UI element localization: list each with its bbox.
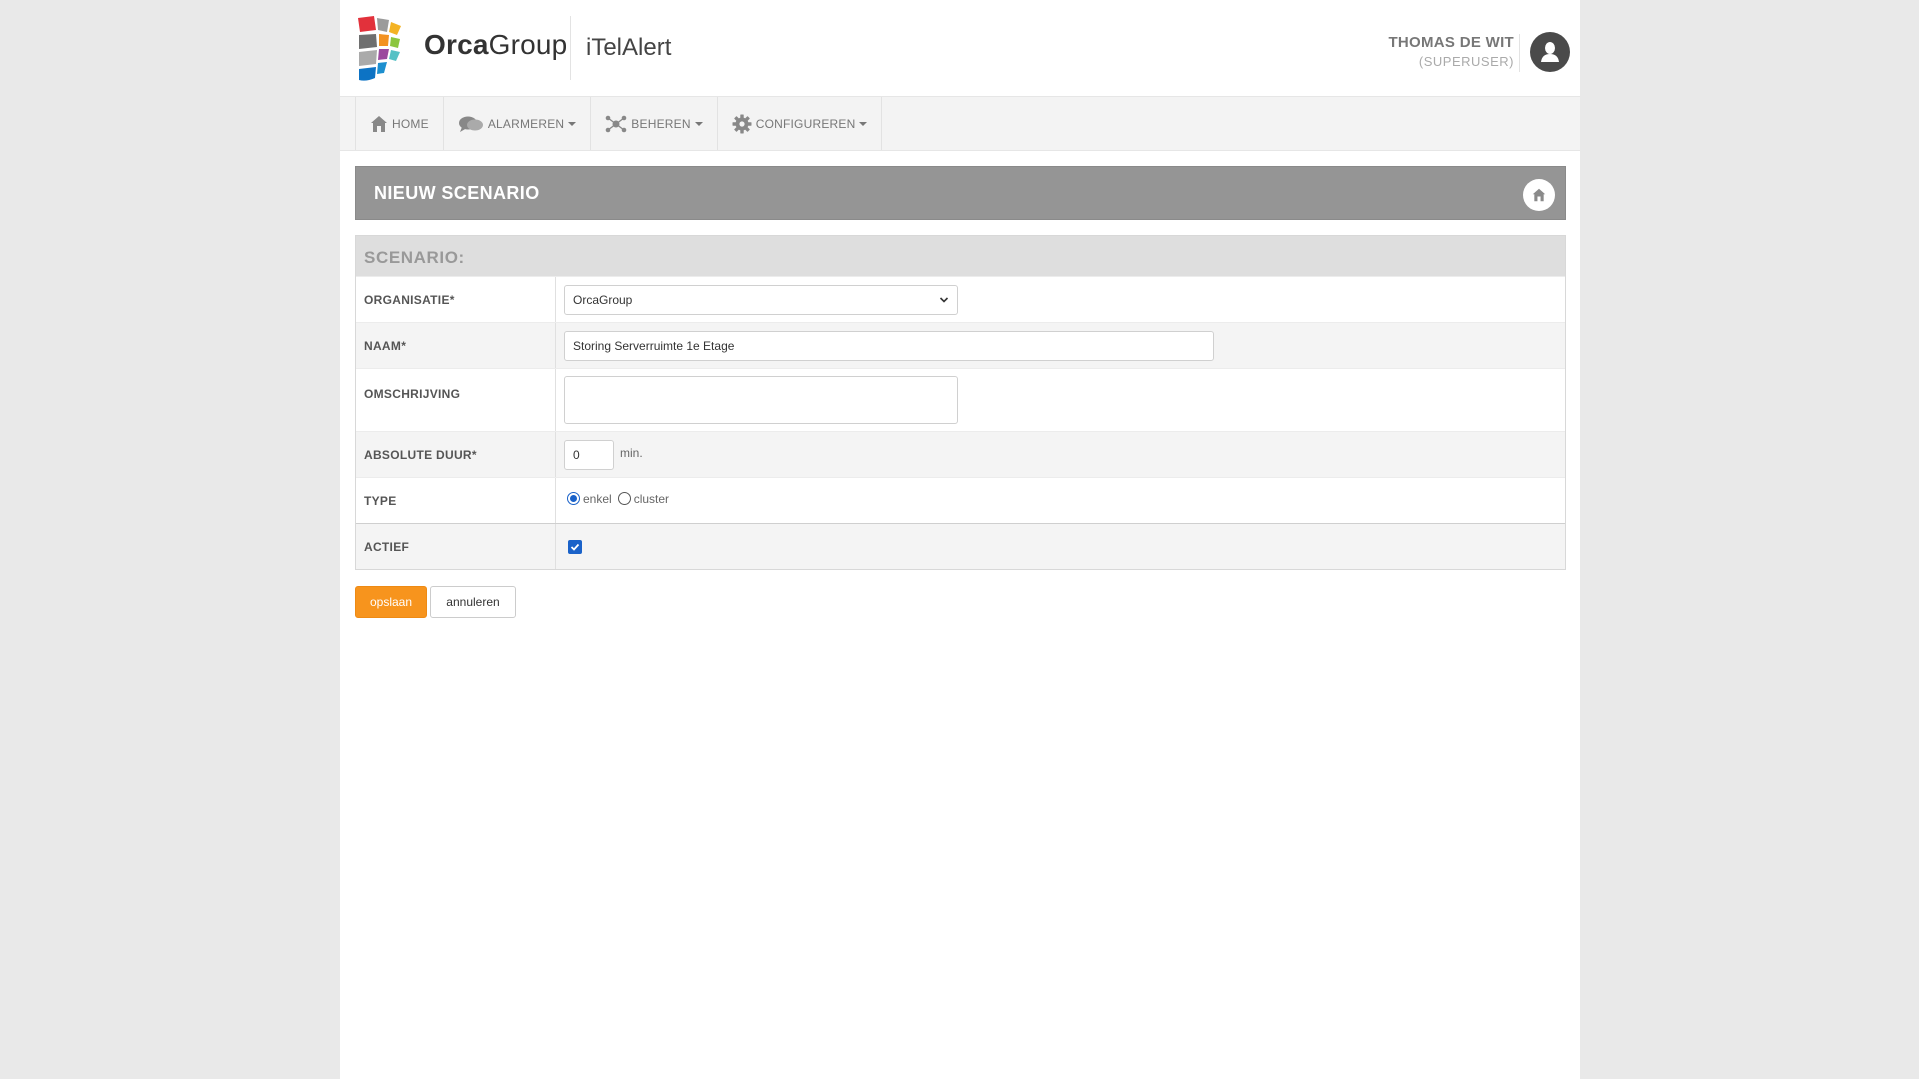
nav-item-beheren[interactable]: BEHEREN [591, 97, 718, 150]
checkmark-icon [570, 543, 580, 551]
omschrijving-textarea[interactable] [564, 376, 958, 424]
duur-unit: min. [620, 445, 643, 460]
header: OrcaGroup iTelAlert THOMAS DE WIT (SUPER… [340, 0, 1580, 96]
orcagroup-logo-icon [358, 16, 401, 81]
scenario-form: SCENARIO: ORGANISATIE* OrcaGroup NAAM* S… [355, 235, 1566, 570]
type-option-label: cluster [633, 491, 670, 506]
user-info[interactable]: THOMAS DE WIT (SUPERUSER) [1388, 34, 1514, 69]
user-name: THOMAS DE WIT [1388, 34, 1514, 51]
nav-item-alarmeren[interactable]: ALARMEREN [444, 97, 592, 150]
user-divider [1519, 34, 1520, 72]
row-actief: ACTIEF [356, 523, 1565, 569]
main-nav: HOME ALARMEREN BEHEREN CONFIGUREREN [340, 96, 1580, 151]
actief-label: ACTIEF [356, 524, 556, 569]
duur-input[interactable]: 0 [564, 439, 614, 470]
omschrijving-label: OMSCHRIJVING [356, 369, 556, 431]
brand-name: OrcaGroup [424, 29, 568, 60]
nav-item-home[interactable]: HOME [356, 97, 444, 150]
user-role: (SUPERUSER) [1418, 54, 1514, 69]
duur-label: ABSOLUTE DUUR* [356, 432, 556, 477]
nav-label: CONFIGUREREN [755, 116, 856, 131]
organisatie-label: ORGANISATIE* [356, 277, 556, 322]
avatar[interactable] [1530, 32, 1570, 72]
type-radio-cluster[interactable] [617, 492, 631, 505]
nav-label: ALARMEREN [487, 116, 565, 131]
row-organisatie: ORGANISATIE* OrcaGroup [356, 276, 1565, 322]
nav-label: HOME [392, 116, 429, 131]
user-icon [1541, 42, 1559, 62]
row-naam: NAAM* Storing Serverruimte 1e Etage [356, 322, 1565, 368]
organisatie-select[interactable]: OrcaGroup [564, 284, 958, 315]
gear-icon [732, 114, 752, 133]
chevron-down-icon [568, 121, 577, 126]
section-title: SCENARIO: [356, 236, 1565, 276]
row-absolute-duur: ABSOLUTE DUUR* 0 min. [356, 431, 1565, 477]
cancel-button[interactable]: annuleren [430, 586, 516, 618]
row-type: TYPE enkel cluster [356, 477, 1565, 523]
chat-bubbles-icon [458, 116, 483, 132]
app-name: iTelAlert [586, 34, 672, 61]
save-button[interactable]: opslaan [355, 586, 427, 618]
nav-item-configureren[interactable]: CONFIGUREREN [718, 97, 883, 150]
naam-label: NAAM* [356, 323, 556, 368]
chevron-down-icon [694, 121, 703, 126]
page-title: NIEUW SCENARIO [374, 183, 540, 203]
home-icon [1532, 188, 1546, 202]
actief-checkbox[interactable] [568, 539, 582, 554]
type-radio-enkel[interactable] [567, 492, 580, 505]
naam-input[interactable]: Storing Serverruimte 1e Etage [564, 330, 1214, 361]
row-omschrijving: OMSCHRIJVING [356, 368, 1565, 431]
network-icon [605, 115, 627, 132]
home-button[interactable] [1523, 179, 1555, 211]
nav-label: BEHEREN [631, 116, 691, 131]
home-icon [371, 115, 387, 132]
page-container: OrcaGroup iTelAlert THOMAS DE WIT (SUPER… [340, 0, 1580, 1079]
page-title-bar: NIEUW SCENARIO [355, 166, 1566, 220]
chevron-down-icon [939, 296, 949, 303]
organisatie-value: OrcaGroup [573, 292, 633, 307]
type-label: TYPE [356, 478, 556, 523]
chevron-down-icon [859, 121, 868, 126]
type-option-label: enkel [583, 491, 612, 506]
header-divider [570, 16, 571, 80]
